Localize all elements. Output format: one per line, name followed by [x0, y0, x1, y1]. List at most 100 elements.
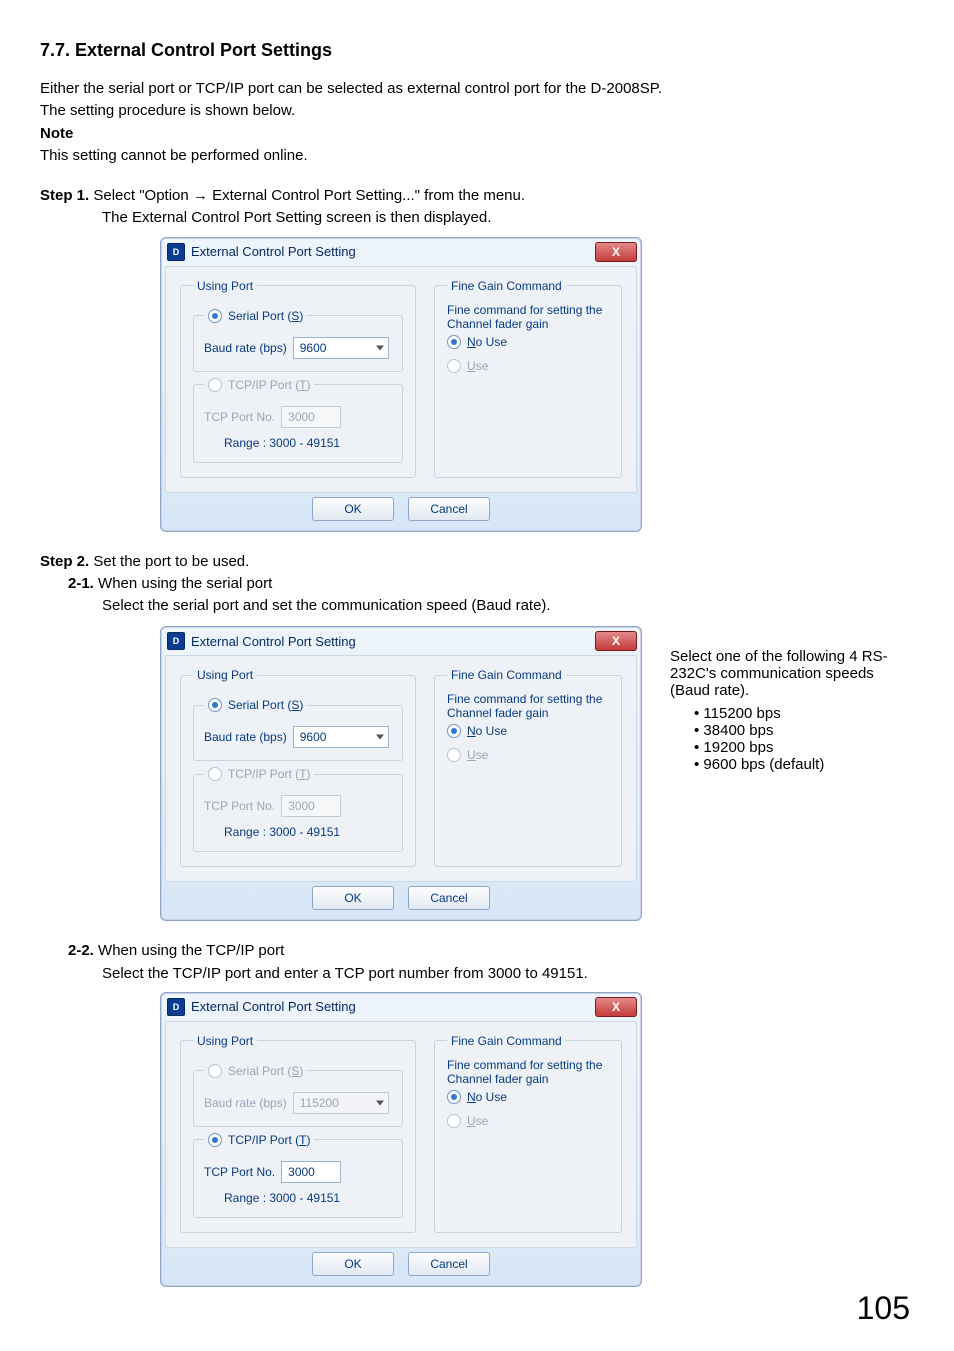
dialog-title: External Control Port Setting: [191, 244, 595, 259]
side-text-intro: Select one of the following 4 RS-232C's …: [670, 648, 914, 699]
tcpip-port-radio[interactable]: [208, 378, 222, 392]
dialog-window: D External Control Port Setting X Using …: [160, 992, 642, 1287]
baud-rate-label: Baud rate (bps): [204, 341, 287, 355]
side-list-item: 9600 bps (default): [694, 756, 914, 773]
note-body: This setting cannot be performed online.: [40, 146, 914, 166]
tcpip-port-radio[interactable]: [208, 767, 222, 781]
serial-port-radio[interactable]: [208, 698, 222, 712]
no-use-radio[interactable]: [447, 1090, 461, 1104]
tcp-port-range: Range : 3000 - 49151: [224, 825, 392, 839]
app-icon: D: [167, 243, 185, 261]
baud-rate-select[interactable]: 9600: [293, 726, 389, 748]
tcpip-port-group: TCP/IP Port (T) TCP Port No. 3000 Range …: [193, 767, 403, 852]
cancel-button[interactable]: Cancel: [408, 1252, 490, 1276]
tcpip-port-label: TCP/IP Port (T): [228, 1133, 310, 1147]
no-use-label: No Use: [467, 724, 507, 738]
cancel-button[interactable]: Cancel: [408, 886, 490, 910]
tcp-port-no-label: TCP Port No.: [204, 1165, 275, 1179]
fine-gain-group: Fine Gain Command Fine command for setti…: [434, 668, 622, 867]
tcp-port-no-label: TCP Port No.: [204, 410, 275, 424]
use-radio[interactable]: [447, 748, 461, 762]
ok-button[interactable]: OK: [312, 886, 394, 910]
tcpip-port-label: TCP/IP Port (T): [228, 767, 310, 781]
dialog-title: External Control Port Setting: [191, 634, 595, 649]
step21-label: 2-1.: [40, 575, 94, 592]
section-heading: 7.7. External Control Port Settings: [40, 40, 914, 61]
tcp-port-no-label: TCP Port No.: [204, 799, 275, 813]
baud-rate-select: 115200: [293, 1092, 389, 1114]
cancel-button[interactable]: Cancel: [408, 497, 490, 521]
fine-gain-group: Fine Gain Command Fine command for setti…: [434, 279, 622, 478]
side-list-item: 19200 bps: [694, 739, 914, 756]
using-port-legend: Using Port: [193, 1034, 257, 1048]
dialog-title: External Control Port Setting: [191, 999, 595, 1014]
fine-gain-legend: Fine Gain Command: [447, 1034, 566, 1048]
intro-line-2: The setting procedure is shown below.: [40, 101, 914, 121]
step1-text1: Select "Option → External Control Port S…: [93, 187, 525, 204]
close-icon[interactable]: X: [595, 631, 637, 651]
step21-text1: When using the serial port: [98, 575, 272, 592]
using-port-legend: Using Port: [193, 668, 257, 682]
chevron-down-icon: [376, 1100, 384, 1105]
use-radio[interactable]: [447, 359, 461, 373]
use-label: Use: [467, 359, 488, 373]
no-use-radio[interactable]: [447, 335, 461, 349]
using-port-group: Using Port Serial Port (S) Baud rate (bp…: [180, 279, 416, 478]
dialog-window: D External Control Port Setting X Using …: [160, 237, 642, 532]
note-label: Note: [40, 125, 73, 142]
fine-gain-legend: Fine Gain Command: [447, 279, 566, 293]
serial-port-group: Serial Port (S) Baud rate (bps) 115200: [193, 1064, 403, 1127]
use-radio[interactable]: [447, 1114, 461, 1128]
fine-gain-desc: Fine command for setting the Channel fad…: [447, 1058, 609, 1086]
tcp-port-range: Range : 3000 - 49151: [224, 1191, 392, 1205]
using-port-group: Using Port Serial Port (S) Baud rate (bp…: [180, 668, 416, 867]
fine-gain-legend: Fine Gain Command: [447, 668, 566, 682]
using-port-legend: Using Port: [193, 279, 257, 293]
tcp-port-no-input[interactable]: 3000: [281, 1161, 341, 1183]
tcpip-port-radio[interactable]: [208, 1133, 222, 1147]
tcp-port-range: Range : 3000 - 49151: [224, 436, 392, 450]
serial-port-label: Serial Port (S): [228, 309, 303, 323]
ok-button[interactable]: OK: [312, 1252, 394, 1276]
step2-label: Step 2.: [40, 553, 89, 570]
baud-rate-label: Baud rate (bps): [204, 730, 287, 744]
step22-label: 2-2.: [40, 942, 94, 959]
baud-rate-select[interactable]: 9600: [293, 337, 389, 359]
intro-line-1: Either the serial port or TCP/IP port ca…: [40, 79, 914, 99]
fine-gain-group: Fine Gain Command Fine command for setti…: [434, 1034, 622, 1233]
page-number: 105: [857, 1290, 910, 1327]
use-label: Use: [467, 748, 488, 762]
tcp-port-no-input: 3000: [281, 795, 341, 817]
serial-port-group: Serial Port (S) Baud rate (bps) 9600: [193, 309, 403, 372]
side-list-item: 115200 bps: [694, 705, 914, 722]
step2-text1: Set the port to be used.: [93, 553, 249, 570]
tcp-port-no-input: 3000: [281, 406, 341, 428]
dialog-window: D External Control Port Setting X Using …: [160, 626, 642, 921]
serial-port-radio[interactable]: [208, 309, 222, 323]
fine-gain-desc: Fine command for setting the Channel fad…: [447, 303, 609, 331]
serial-port-label: Serial Port (S): [228, 1064, 303, 1078]
ok-button[interactable]: OK: [312, 497, 394, 521]
chevron-down-icon: [376, 735, 384, 740]
step21-text2: Select the serial port and set the commu…: [40, 596, 914, 616]
side-list-item: 38400 bps: [694, 722, 914, 739]
no-use-radio[interactable]: [447, 724, 461, 738]
chevron-down-icon: [376, 345, 384, 350]
close-icon[interactable]: X: [595, 242, 637, 262]
tcpip-port-group: TCP/IP Port (T) TCP Port No. 3000 Range …: [193, 1133, 403, 1218]
tcpip-port-group: TCP/IP Port (T) TCP Port No. 3000 Range …: [193, 378, 403, 463]
app-icon: D: [167, 998, 185, 1016]
no-use-label: No Use: [467, 335, 507, 349]
step22-text1: When using the TCP/IP port: [98, 942, 284, 959]
step1-label: Step 1.: [40, 187, 89, 204]
close-icon[interactable]: X: [595, 997, 637, 1017]
serial-port-radio[interactable]: [208, 1064, 222, 1078]
step1-text2: The External Control Port Setting screen…: [40, 208, 914, 228]
baud-rate-label: Baud rate (bps): [204, 1096, 287, 1110]
no-use-label: No Use: [467, 1090, 507, 1104]
tcpip-port-label: TCP/IP Port (T): [228, 378, 310, 392]
fine-gain-desc: Fine command for setting the Channel fad…: [447, 692, 609, 720]
serial-port-group: Serial Port (S) Baud rate (bps) 9600: [193, 698, 403, 761]
using-port-group: Using Port Serial Port (S) Baud rate (bp…: [180, 1034, 416, 1233]
use-label: Use: [467, 1114, 488, 1128]
